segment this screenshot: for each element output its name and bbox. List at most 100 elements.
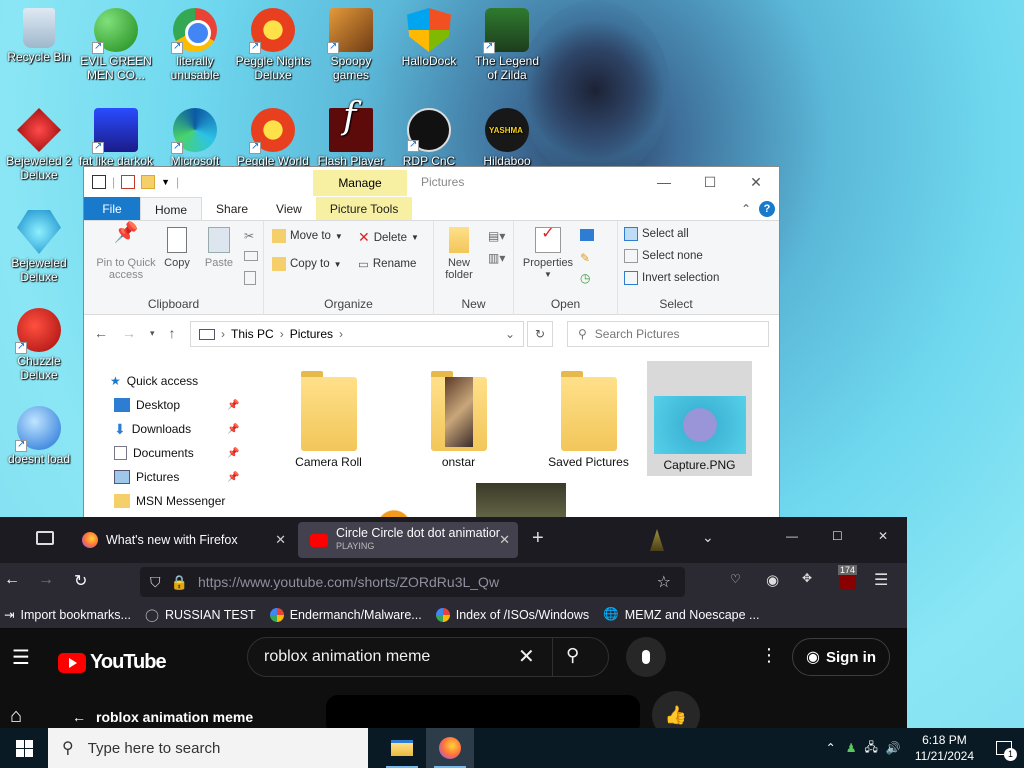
nav-desktop[interactable]: Desktop 📌: [84, 393, 244, 417]
bookmark-endermanch[interactable]: Endermanch/Malware...: [269, 607, 422, 622]
history-icon[interactable]: ◷: [580, 271, 590, 285]
open-icon[interactable]: [580, 229, 594, 241]
desktop-icon-chuzzle[interactable]: Chuzzle Deluxe: [1, 308, 77, 382]
pocket-icon[interactable]: ♡: [730, 572, 741, 586]
address-dropdown-icon[interactable]: ⌄: [505, 327, 515, 341]
desktop-icon-bejeweled[interactable]: Bejeweled Deluxe: [1, 210, 77, 284]
desktop-icon-rdp-cnc[interactable]: RDP CnC: [391, 108, 467, 168]
search-icon[interactable]: ⚲: [566, 645, 579, 666]
tab-picture-tools[interactable]: Picture Tools: [315, 197, 413, 220]
file-item-camera-roll[interactable]: Camera Roll: [276, 363, 381, 478]
properties-button[interactable]: ✓ Properties ▼: [520, 226, 576, 281]
nav-pictures[interactable]: Pictures 📌: [84, 465, 244, 489]
tab-home[interactable]: Home: [140, 197, 203, 220]
nav-documents[interactable]: Documents 📌: [84, 441, 244, 465]
nav-downloads[interactable]: ⬇ Downloads 📌: [84, 417, 244, 441]
help-icon[interactable]: ?: [759, 201, 775, 217]
collapse-ribbon-icon[interactable]: ⌃: [741, 202, 751, 216]
delete-button[interactable]: ✕ Delete ▼: [358, 229, 419, 246]
breadcrumb-pictures[interactable]: Pictures: [290, 327, 333, 341]
notification-center-button[interactable]: 1: [984, 728, 1024, 768]
minimize-button[interactable]: —: [641, 167, 687, 197]
edit-icon[interactable]: ✎: [580, 251, 590, 265]
desktop-icon-peggle-world[interactable]: Peggle World: [235, 108, 311, 168]
tab-close-icon[interactable]: ✕: [275, 532, 286, 548]
bookmark-isos-windows[interactable]: Index of /ISOs/Windows: [435, 607, 589, 622]
search-box[interactable]: ⚲ Search Pictures: [567, 321, 769, 347]
extensions-icon[interactable]: ✥: [802, 571, 812, 585]
home-icon[interactable]: ⌂: [10, 705, 22, 728]
desktop-icon-doesnt-load[interactable]: doesnt load: [1, 406, 77, 466]
select-none-button[interactable]: Select none: [624, 249, 703, 263]
youtube-logo[interactable]: YouTube: [58, 651, 167, 674]
youtube-search-input[interactable]: roblox animation meme ✕ ⚲: [247, 637, 609, 677]
yt-more-icon[interactable]: ⋮: [760, 645, 778, 666]
bookmark-star-icon[interactable]: ☆: [657, 572, 671, 592]
paste-shortcut-icon[interactable]: [244, 271, 256, 285]
invert-selection-button[interactable]: Invert selection: [624, 271, 719, 285]
show-hidden-icons-chevron[interactable]: ⌃: [820, 741, 842, 755]
file-item-saved-pictures[interactable]: Saved Pictures: [536, 363, 641, 478]
desktop-icon-microsoft[interactable]: Microsoft: [157, 108, 233, 168]
voice-search-button[interactable]: [626, 637, 666, 677]
shorts-video-player[interactable]: [326, 695, 640, 728]
tray-app-icon[interactable]: ♟: [842, 741, 861, 755]
ff-maximize-button[interactable]: ☐: [832, 529, 843, 543]
bookmark-import[interactable]: ⇥ Import bookmarks...: [4, 607, 131, 623]
maximize-button[interactable]: ☐: [687, 167, 733, 197]
nav-msn-messenger[interactable]: MSN Messenger: [84, 489, 244, 513]
bookmark-russian-test[interactable]: ◯ RUSSIAN TEST: [145, 607, 256, 623]
desktop-icon-recycle-bin[interactable]: Recycle Bin: [1, 8, 77, 64]
move-to-button[interactable]: Move to ▼: [272, 229, 343, 243]
new-folder-button[interactable]: New folder: [438, 227, 480, 281]
tab-whats-new[interactable]: What's new with Firefox ✕: [70, 522, 294, 558]
back-arrow-icon[interactable]: ←: [4, 571, 20, 589]
desktop-icon-fat-like-darkok[interactable]: fat like darkok: [78, 108, 154, 168]
sign-in-button[interactable]: ◉ Sign in: [792, 638, 890, 676]
desktop-icon-legend-of-zilda[interactable]: The Legend of Zilda: [469, 8, 545, 82]
clock[interactable]: 6:18 PM 11/21/2024: [905, 732, 984, 764]
taskbar-firefox[interactable]: [426, 728, 474, 768]
file-item-capture-png[interactable]: Capture.PNG: [647, 361, 752, 476]
file-item-onstar[interactable]: onstar: [406, 363, 511, 478]
tab-circle-circle[interactable]: Circle Circle dot dot animation PLAYING …: [298, 522, 518, 558]
new-tab-button[interactable]: +: [532, 527, 544, 550]
copy-path-icon[interactable]: [244, 251, 258, 261]
desktop-icon-literally-unusable[interactable]: literally unusable: [157, 8, 233, 82]
yt-menu-icon[interactable]: ☰: [12, 645, 30, 670]
properties-quick-icon[interactable]: [121, 175, 136, 189]
taskbar-search[interactable]: ⚲ Type here to search: [48, 728, 368, 768]
tab-file[interactable]: File: [84, 197, 140, 220]
refresh-button[interactable]: ↻: [527, 321, 553, 347]
cut-icon[interactable]: ✂: [244, 229, 254, 243]
desktop-icon-evil-green-men[interactable]: EVIL GREEN MEN CO...: [78, 8, 154, 82]
desktop-icon-bejeweled-2[interactable]: Bejeweled 2 Deluxe: [1, 108, 77, 182]
desktop-icon-flash-player[interactable]: Flash Player: [313, 108, 389, 168]
tab-close-icon[interactable]: ✕: [499, 532, 510, 548]
menu-hamburger-icon[interactable]: ☰: [874, 570, 888, 590]
tab-overview-icon[interactable]: [36, 531, 54, 545]
select-all-button[interactable]: Select all: [624, 227, 689, 241]
breadcrumb-this-pc[interactable]: This PC: [231, 327, 274, 341]
copy-button[interactable]: Copy: [160, 227, 194, 269]
ff-minimize-button[interactable]: —: [786, 529, 798, 543]
ff-close-button[interactable]: ✕: [878, 529, 888, 543]
network-icon[interactable]: 🖧: [860, 738, 881, 759]
tab-share[interactable]: Share: [202, 197, 262, 220]
taskbar-file-explorer[interactable]: [378, 728, 426, 768]
close-button[interactable]: ✕: [733, 167, 779, 197]
account-icon[interactable]: ◉: [766, 571, 779, 589]
reload-icon[interactable]: ↻: [74, 571, 87, 591]
new-item-icon[interactable]: ▤▾: [488, 229, 505, 243]
tab-view[interactable]: View: [262, 197, 316, 220]
forward-arrow-icon[interactable]: →: [38, 571, 54, 589]
desktop-icon-hallodock[interactable]: HalloDock: [391, 8, 467, 68]
bookmark-memz[interactable]: 🌐 MEMZ and Noescape ...: [603, 607, 759, 622]
list-all-tabs-icon[interactable]: ⌄: [702, 529, 714, 546]
address-bar[interactable]: › This PC › Pictures › ⌄: [190, 321, 524, 347]
url-bar[interactable]: ⛉ 🔒 https://www.youtube.com/shorts/ZORdR…: [140, 567, 685, 597]
url-text[interactable]: https://www.youtube.com/shorts/ZORdRu3L_…: [198, 574, 499, 590]
copy-to-button[interactable]: Copy to ▼: [272, 257, 342, 271]
up-arrow-icon[interactable]: ↑: [169, 325, 176, 341]
new-folder-quick-icon[interactable]: [141, 175, 156, 189]
